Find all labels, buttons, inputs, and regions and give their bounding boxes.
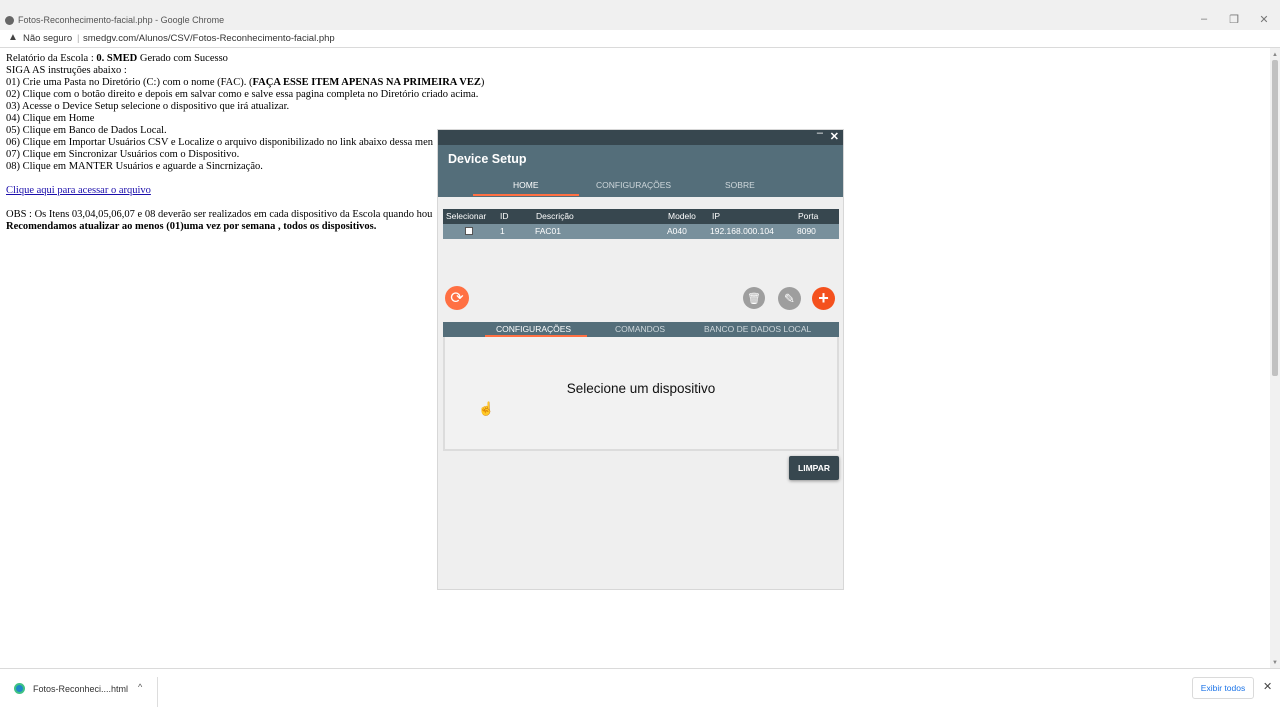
instructions-heading: SIGA AS instruções abaixo : — [6, 65, 127, 76]
restore-button[interactable]: ❐ — [1226, 13, 1242, 26]
step-03: 03) Acesse o Device Setup selecione o di… — [6, 101, 290, 112]
plus-icon: + — [818, 288, 829, 308]
device-setup-window: – ✕ Device Setup HOME CONFIGURAÇÕES SOBR… — [437, 127, 844, 590]
device-setup-close-button[interactable]: ✕ — [830, 130, 839, 143]
download-bar: Fotos-Reconheci....html ^ Exibir todos ✕ — [0, 668, 1280, 720]
step-05: 05) Clique em Banco de Dados Local. — [6, 125, 167, 136]
close-download-bar-icon[interactable]: ✕ — [1263, 680, 1272, 693]
vertical-scrollbar[interactable]: ▲ ▼ — [1270, 48, 1280, 668]
col-selecionar: Selecionar — [446, 211, 487, 221]
col-modelo: Modelo — [668, 211, 696, 221]
close-window-button[interactable]: ✕ — [1256, 13, 1272, 26]
step-02: 02) Clique com o botão direito e depois … — [6, 89, 479, 100]
col-ip: IP — [712, 211, 721, 221]
show-all-button[interactable]: Exibir todos — [1192, 677, 1254, 699]
recommendation-note: Recomendamos atualizar ao menos (01)uma … — [6, 221, 377, 232]
minimize-button[interactable]: – — [1196, 13, 1212, 25]
step-04: 04) Clique em Home — [6, 113, 95, 124]
col-id: ID — [500, 211, 509, 221]
cell-ip: 192.168.000.104 — [710, 226, 774, 236]
cell-modelo: A040 — [667, 226, 687, 236]
device-table: Selecionar ID Descrição Modelo IP Porta … — [443, 209, 839, 239]
add-device-button[interactable]: + — [812, 287, 835, 310]
refresh-button[interactable]: ⟳ — [445, 286, 469, 310]
sub-tabs: CONFIGURAÇÕES COMANDOS BANCO DE DADOS LO… — [443, 322, 839, 337]
config-panel: Selecione um dispositivo — [443, 337, 839, 451]
globe-icon — [5, 16, 14, 25]
subtab-configuracoes[interactable]: CONFIGURAÇÕES — [496, 324, 571, 334]
device-setup-header: Device Setup HOME CONFIGURAÇÕES SOBRE — [438, 145, 843, 197]
report-line-school: Relatório da Escola : 0. SMED Gerado com… — [6, 53, 228, 64]
device-setup-topbar: – ✕ — [438, 127, 843, 145]
active-tab-indicator — [473, 194, 579, 196]
tab-sobre[interactable]: SOBRE — [725, 180, 755, 190]
address-bar[interactable]: ▲ Não seguro | smedgv.com/Alunos/CSV/Fot… — [0, 30, 1280, 48]
trash-icon: 🗑 — [747, 292, 761, 305]
step-07: 07) Clique em Sincronizar Usuários com o… — [6, 149, 240, 160]
select-device-message: Selecione um dispositivo — [566, 381, 716, 396]
scrollbar-thumb[interactable] — [1272, 60, 1278, 376]
select-checkbox[interactable] — [465, 227, 473, 235]
window-title: Fotos-Reconhecimento-facial.php - Google… — [18, 15, 225, 25]
scroll-down-arrow-icon[interactable]: ▼ — [1272, 660, 1278, 666]
table-row[interactable]: 1 FAC01 A040 192.168.000.104 8090 — [443, 224, 839, 239]
tab-home[interactable]: HOME — [513, 180, 539, 190]
cell-porta: 8090 — [797, 226, 816, 236]
pencil-icon: ✎ — [784, 290, 795, 306]
url-text[interactable]: smedgv.com/Alunos/CSV/Fotos-Reconhecimen… — [83, 33, 335, 44]
step-01: 01) Crie uma Pasta no Diretório (C:) com… — [6, 77, 485, 88]
download-filename[interactable]: Fotos-Reconheci....html — [33, 684, 128, 694]
download-item[interactable]: Fotos-Reconheci....html ^ — [8, 677, 158, 707]
app-title: Device Setup — [448, 152, 527, 166]
device-setup-minimize-button[interactable]: – — [817, 127, 823, 139]
browser-titlebar: Fotos-Reconhecimento-facial.php - Google… — [0, 0, 1280, 30]
cell-descricao: FAC01 — [535, 226, 561, 236]
col-porta: Porta — [798, 211, 819, 221]
obs-note: OBS : Os Itens 03,04,05,06,07 e 08 dever… — [6, 209, 433, 220]
cell-id: 1 — [500, 226, 505, 236]
delete-button[interactable]: 🗑 — [743, 287, 765, 309]
refresh-icon: ⟳ — [450, 290, 464, 307]
file-download-link[interactable]: Clique aqui para acessar o arquivo — [6, 185, 484, 197]
subtab-banco-de-dados-local[interactable]: BANCO DE DADOS LOCAL — [704, 324, 811, 334]
tab-configuracoes[interactable]: CONFIGURAÇÕES — [596, 180, 671, 190]
col-descricao: Descrição — [536, 211, 574, 221]
edit-button[interactable]: ✎ — [778, 287, 801, 310]
warning-icon: ▲ — [8, 32, 18, 43]
separator: | — [77, 33, 80, 44]
subtab-comandos[interactable]: COMANDOS — [615, 324, 665, 334]
step-08: 08) Clique em MANTER Usuários e aguarde … — [6, 161, 263, 172]
clear-button[interactable]: LIMPAR — [789, 456, 839, 480]
edge-file-icon — [14, 683, 25, 694]
report-text: Relatório da Escola : 0. SMED Gerado com… — [6, 53, 484, 233]
table-header: Selecionar ID Descrição Modelo IP Porta — [443, 209, 839, 224]
not-secure-label[interactable]: Não seguro — [23, 33, 72, 44]
hand-cursor-icon: ☝ — [478, 401, 495, 416]
step-06: 06) Clique em Importar Usuários CSV e Lo… — [6, 137, 434, 148]
school-name: 0. SMED — [96, 53, 138, 64]
chevron-up-icon[interactable]: ^ — [138, 682, 142, 692]
scroll-up-arrow-icon[interactable]: ▲ — [1272, 52, 1278, 58]
